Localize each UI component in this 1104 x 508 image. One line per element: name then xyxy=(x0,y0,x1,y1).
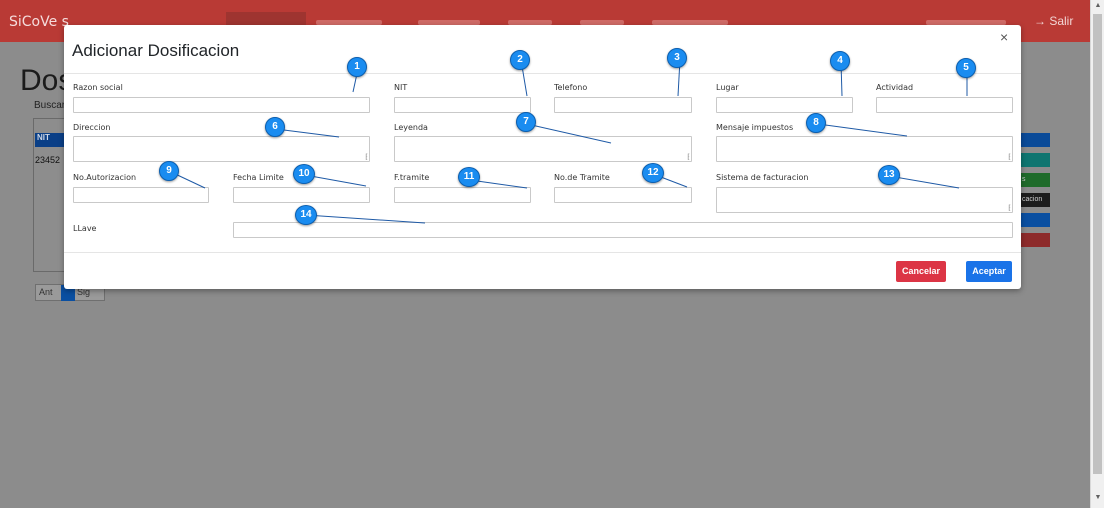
callout-badge-6: 6 xyxy=(265,117,285,137)
modal-footer-divider xyxy=(64,252,1021,253)
lugar-label: Lugar xyxy=(716,83,739,92)
f-tramite-label: F.tramite xyxy=(394,173,430,182)
side-button[interactable] xyxy=(1020,213,1050,227)
f-tramite-input[interactable] xyxy=(394,187,531,203)
direccion-label: Direccion xyxy=(73,123,111,132)
razon-social-input[interactable] xyxy=(73,97,370,113)
side-button[interactable]: s xyxy=(1020,173,1050,187)
add-dosificacion-modal: Adicionar Dosificacion × Razon social NI… xyxy=(64,25,1021,289)
no-autorizacion-label: No.Autorizacion xyxy=(73,173,137,182)
callout-badge-10: 10 xyxy=(293,164,315,184)
app-brand[interactable]: SiCoVe s xyxy=(9,14,69,30)
callout-badge-9: 9 xyxy=(159,161,179,181)
callout-badge-7: 7 xyxy=(516,112,536,132)
cancel-button[interactable]: Cancelar xyxy=(896,261,946,282)
sistema-facturacion-textarea[interactable]: ⁅ xyxy=(716,187,1013,213)
no-tramite-label: No.de Tramite xyxy=(554,173,610,182)
close-icon[interactable]: × xyxy=(1000,29,1008,45)
nit-label: NIT xyxy=(394,83,408,92)
callout-badge-2: 2 xyxy=(510,50,530,70)
side-button[interactable] xyxy=(1020,153,1050,167)
table-header-nit: NIT xyxy=(35,133,65,147)
table-cell: 23452 xyxy=(35,155,61,165)
accept-button[interactable]: Aceptar xyxy=(966,261,1012,282)
razon-social-label: Razon social xyxy=(73,83,123,92)
side-button[interactable] xyxy=(1020,233,1050,247)
callout-badge-1: 1 xyxy=(347,57,367,77)
resize-handle-icon[interactable]: ⁅ xyxy=(1008,205,1011,212)
search-label: Buscar xyxy=(34,100,66,111)
resize-handle-icon[interactable]: ⁅ xyxy=(687,154,690,161)
resize-handle-icon[interactable]: ⁅ xyxy=(365,154,368,161)
nit-input[interactable] xyxy=(394,97,531,113)
fecha-limite-label: Fecha Limite xyxy=(233,173,284,182)
callout-badge-5: 5 xyxy=(956,58,976,78)
callout-badge-8: 8 xyxy=(806,113,826,133)
modal-header-divider xyxy=(64,73,1021,74)
fecha-limite-input[interactable] xyxy=(233,187,370,203)
callout-badge-14: 14 xyxy=(295,205,317,225)
callout-badge-3: 3 xyxy=(667,48,687,68)
page-scrollbar[interactable]: ▲ ▼ xyxy=(1090,0,1104,508)
no-autorizacion-input[interactable] xyxy=(73,187,209,203)
side-button[interactable]: cacion xyxy=(1020,193,1050,207)
no-tramite-input[interactable] xyxy=(554,187,692,203)
callout-badge-4: 4 xyxy=(830,51,850,71)
sistema-facturacion-label: Sistema de facturacion xyxy=(716,173,809,182)
mensaje-impuestos-label: Mensaje impuestos xyxy=(716,123,794,132)
callout-badge-13: 13 xyxy=(878,165,900,185)
callout-badge-12: 12 xyxy=(642,163,664,183)
leyenda-label: Leyenda xyxy=(394,123,428,132)
actividad-label: Actividad xyxy=(876,83,914,92)
scroll-thumb[interactable] xyxy=(1093,14,1102,474)
pagination-prev[interactable]: Ant xyxy=(39,287,53,297)
actividad-input[interactable] xyxy=(876,97,1013,113)
mensaje-impuestos-textarea[interactable]: ⁅ xyxy=(716,136,1013,162)
telefono-label: Telefono xyxy=(554,83,588,92)
leyenda-textarea[interactable]: ⁅ xyxy=(394,136,692,162)
direccion-textarea[interactable]: ⁅ xyxy=(73,136,370,162)
llave-input[interactable] xyxy=(233,222,1013,238)
scroll-down-icon[interactable]: ▼ xyxy=(1093,494,1103,501)
resize-handle-icon[interactable]: ⁅ xyxy=(1008,154,1011,161)
telefono-input[interactable] xyxy=(554,97,692,113)
callout-badge-11: 11 xyxy=(458,167,480,187)
scroll-up-icon[interactable]: ▲ xyxy=(1093,2,1103,9)
side-button[interactable] xyxy=(1020,133,1050,147)
lugar-input[interactable] xyxy=(716,97,853,113)
modal-title: Adicionar Dosificacion xyxy=(72,41,240,60)
llave-label: LLave xyxy=(73,224,97,233)
logout-link[interactable]: → Salir xyxy=(1034,14,1073,28)
